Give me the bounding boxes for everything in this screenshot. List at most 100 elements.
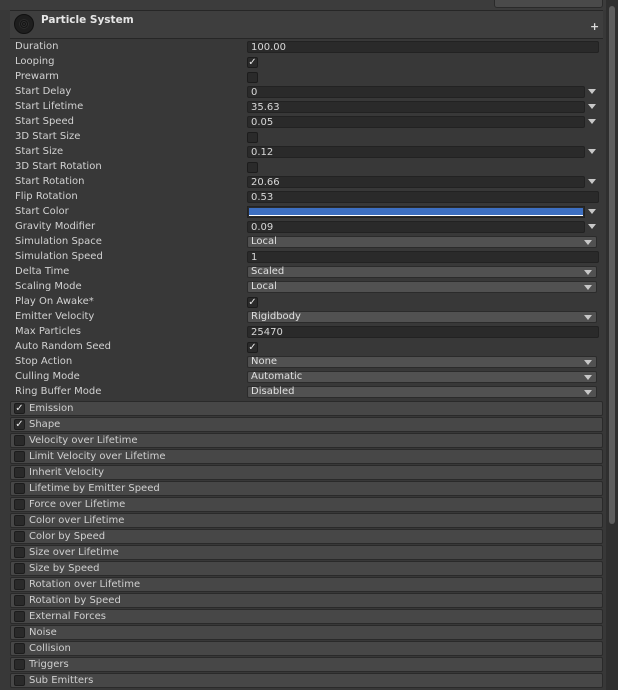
module-noise[interactable]: Noise (10, 625, 603, 640)
chevron-down-icon[interactable] (588, 209, 596, 214)
module-shape[interactable]: ✓ Shape (10, 417, 603, 432)
module-label: Limit Velocity over Lifetime (29, 451, 166, 462)
prewarm-checkbox[interactable] (247, 72, 258, 83)
checkmark-icon: ✓ (248, 297, 257, 308)
emission-module-checkbox[interactable]: ✓ (14, 403, 25, 414)
3d-start-size-checkbox[interactable] (247, 132, 258, 143)
start-delay-field[interactable]: 0 (247, 86, 585, 98)
start-color-swatch[interactable] (247, 206, 585, 218)
module-list: ✓ Emission ✓ Shape Velocity over Lifetime Lim… (10, 401, 603, 689)
scaling-mode-dropdown[interactable]: Local (247, 281, 597, 293)
property-row-play-on-awake: Play On Awake* ✓ (10, 295, 601, 310)
velocity-over-lifetime-module-checkbox[interactable] (14, 435, 25, 446)
start-speed-field[interactable]: 0.05 (247, 116, 585, 128)
module-label: External Forces (29, 611, 106, 622)
force-over-lifetime-module-checkbox[interactable] (14, 499, 25, 510)
module-label: Color by Speed (29, 531, 106, 542)
auto-random-seed-checkbox[interactable]: ✓ (247, 342, 258, 353)
size-by-speed-module-checkbox[interactable] (14, 563, 25, 574)
plus-icon[interactable]: + (590, 21, 599, 32)
color-over-lifetime-module-checkbox[interactable] (14, 515, 25, 526)
simulation-speed-field[interactable]: 1 (247, 251, 599, 263)
ring-buffer-mode-dropdown[interactable]: Disabled (247, 386, 597, 398)
module-external-forces[interactable]: External Forces (10, 609, 603, 624)
scaling-mode-label: Scaling Mode (15, 281, 82, 292)
rotation-by-speed-module-checkbox[interactable] (14, 595, 25, 606)
chevron-down-icon[interactable] (588, 179, 596, 184)
delta-time-label: Delta Time (15, 266, 70, 277)
external-forces-module-checkbox[interactable] (14, 611, 25, 622)
module-triggers[interactable]: Triggers (10, 657, 603, 672)
inherit-velocity-module-checkbox[interactable] (14, 467, 25, 478)
sub-emitters-module-checkbox[interactable] (14, 675, 25, 686)
chevron-down-icon[interactable] (588, 89, 596, 94)
property-row-delta-time: Delta Time Scaled (10, 265, 601, 280)
main-module-properties: Duration 100.00 Looping ✓ Prewarm Start Delay… (10, 40, 601, 400)
3d-start-size-label: 3D Start Size (15, 131, 81, 142)
component-header[interactable]: Particle System + (10, 10, 603, 39)
culling-mode-dropdown[interactable]: Automatic (247, 371, 597, 383)
simulation-space-dropdown[interactable]: Local (247, 236, 597, 248)
duration-field[interactable]: 100.00 (247, 41, 599, 53)
module-inherit-velocity[interactable]: Inherit Velocity (10, 465, 603, 480)
module-velocity-over-lifetime[interactable]: Velocity over Lifetime (10, 433, 603, 448)
collision-module-checkbox[interactable] (14, 643, 25, 654)
flip-rotation-label: Flip Rotation (15, 191, 78, 202)
module-sub-emitters[interactable]: Sub Emitters (10, 673, 603, 688)
looping-label: Looping (15, 56, 55, 67)
module-force-over-lifetime[interactable]: Force over Lifetime (10, 497, 603, 512)
start-rotation-field[interactable]: 20.66 (247, 176, 585, 188)
emitter-velocity-dropdown[interactable]: Rigidbody (247, 311, 597, 323)
limit-velocity-over-lifetime-module-checkbox[interactable] (14, 451, 25, 462)
chevron-down-icon[interactable] (588, 224, 596, 229)
scrollbar-thumb[interactable] (609, 6, 615, 524)
property-row-start-size: Start Size 0.12 (10, 145, 601, 160)
module-label: Noise (29, 627, 57, 638)
module-label: Size by Speed (29, 563, 100, 574)
module-emission[interactable]: ✓ Emission (10, 401, 603, 416)
noise-module-checkbox[interactable] (14, 627, 25, 638)
size-over-lifetime-module-checkbox[interactable] (14, 547, 25, 558)
prewarm-label: Prewarm (15, 71, 59, 82)
module-lifetime-by-emitter-speed[interactable]: Lifetime by Emitter Speed (10, 481, 603, 496)
alpha-bar (249, 215, 583, 216)
max-particles-field[interactable]: 25470 (247, 326, 599, 338)
color-by-speed-module-checkbox[interactable] (14, 531, 25, 542)
property-row-start-color: Start Color (10, 205, 601, 220)
module-rotation-by-speed[interactable]: Rotation by Speed (10, 593, 603, 608)
module-limit-velocity-over-lifetime[interactable]: Limit Velocity over Lifetime (10, 449, 603, 464)
play-on-awake-checkbox[interactable]: ✓ (247, 297, 258, 308)
delta-time-dropdown[interactable]: Scaled (247, 266, 597, 278)
module-color-over-lifetime[interactable]: Color over Lifetime (10, 513, 603, 528)
module-color-by-speed[interactable]: Color by Speed (10, 529, 603, 544)
looping-checkbox[interactable]: ✓ (247, 57, 258, 68)
property-row-prewarm: Prewarm (10, 70, 601, 85)
particle-system-icon (14, 14, 34, 34)
shape-module-checkbox[interactable]: ✓ (14, 419, 25, 430)
module-collision[interactable]: Collision (10, 641, 603, 656)
stop-action-dropdown[interactable]: None (247, 356, 597, 368)
chevron-down-icon[interactable] (588, 149, 596, 154)
flip-rotation-field[interactable]: 0.53 (247, 191, 599, 203)
module-label: Color over Lifetime (29, 515, 125, 526)
module-size-over-lifetime[interactable]: Size over Lifetime (10, 545, 603, 560)
property-row-start-speed: Start Speed 0.05 (10, 115, 601, 130)
property-row-max-particles: Max Particles 25470 (10, 325, 601, 340)
top-tab[interactable] (494, 0, 603, 8)
property-row-auto-random-seed: Auto Random Seed ✓ (10, 340, 601, 355)
gravity-modifier-field[interactable]: 0.09 (247, 221, 585, 233)
start-delay-label: Start Delay (15, 86, 72, 97)
triggers-module-checkbox[interactable] (14, 659, 25, 670)
vertical-scrollbar[interactable] (606, 0, 618, 690)
module-size-by-speed[interactable]: Size by Speed (10, 561, 603, 576)
lifetime-by-emitter-speed-module-checkbox[interactable] (14, 483, 25, 494)
module-label: Lifetime by Emitter Speed (29, 483, 160, 494)
module-rotation-over-lifetime[interactable]: Rotation over Lifetime (10, 577, 603, 592)
chevron-down-icon[interactable] (588, 119, 596, 124)
chevron-down-icon[interactable] (588, 104, 596, 109)
rotation-over-lifetime-module-checkbox[interactable] (14, 579, 25, 590)
start-size-field[interactable]: 0.12 (247, 146, 585, 158)
3d-start-rotation-checkbox[interactable] (247, 162, 258, 173)
property-row-start-delay: Start Delay 0 (10, 85, 601, 100)
start-lifetime-field[interactable]: 35.63 (247, 101, 585, 113)
